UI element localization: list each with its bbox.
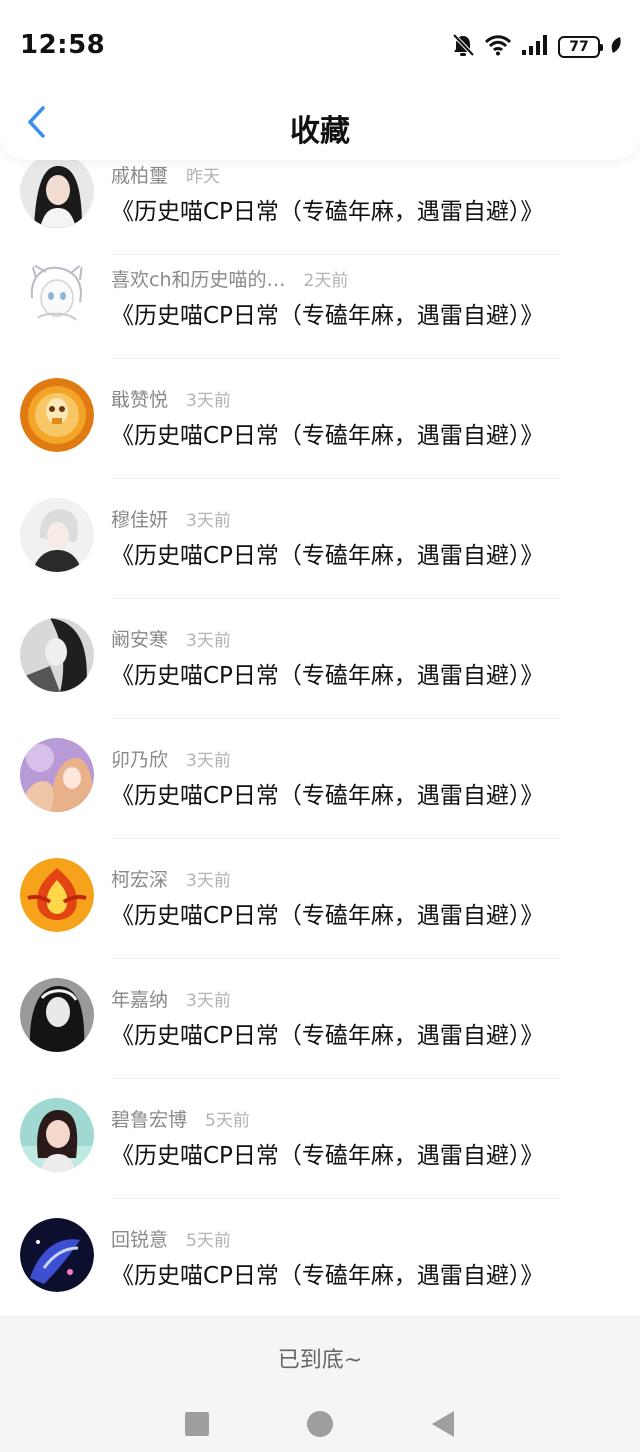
back-triangle-icon [430,1410,456,1442]
list-item[interactable]: 喜欢ch和历史喵的… 2天前 《历史喵CP日常（专磕年麻，遇雷自避）》 [0,239,640,359]
battery-icon: 77 [558,36,603,58]
post-time: 3天前 [186,631,231,651]
post-time: 3天前 [186,991,231,1011]
post-time: 3天前 [186,751,231,771]
end-of-list-text: 已到底~ [277,1348,363,1373]
back-nav-button[interactable] [428,1411,458,1441]
list-end-footer: 已到底~ [0,1315,640,1401]
bell-muted-icon [452,33,475,61]
status-time: 12:58 [20,30,106,60]
author-name[interactable]: 碧鲁宏博 [111,1105,187,1132]
favorites-screen: 戚柏璽 昨天 《历史喵CP日常（专磕年麻，遇雷自避）》 喜欢ch和历史喵的… 2… [0,0,640,1452]
author-name[interactable]: 戚柏璽 [111,161,168,188]
home-button[interactable] [305,1411,335,1441]
post-title[interactable]: 《历史喵CP日常（专磕年麻，遇雷自避）》 [111,192,543,226]
post-title[interactable]: 《历史喵CP日常（专磕年麻，遇雷自避）》 [111,656,543,690]
avatar[interactable] [20,498,94,572]
post-time: 5天前 [186,1231,231,1251]
item-meta: 年嘉纳 3天前 [111,985,231,1012]
item-meta: 喜欢ch和历史喵的… 2天前 [111,265,348,292]
avatar[interactable] [20,378,94,452]
author-name[interactable]: 戢赞悦 [111,385,168,412]
post-time: 5天前 [205,1111,250,1131]
author-name[interactable]: 年嘉纳 [111,985,168,1012]
avatar[interactable] [20,978,94,1052]
status-bar: 12:58 77 [0,0,640,90]
list-item[interactable]: 年嘉纳 3天前 《历史喵CP日常（专磕年麻，遇雷自避）》 [0,959,640,1079]
wifi-icon [484,34,512,60]
signal-icon [522,35,548,59]
post-title[interactable]: 《历史喵CP日常（专磕年麻，遇雷自避）》 [111,1016,543,1050]
status-icons: 77 [452,32,622,62]
post-time: 2天前 [303,271,349,291]
post-title[interactable]: 《历史喵CP日常（专磕年麻，遇雷自避）》 [111,776,543,810]
list-item[interactable]: 回锐意 5天前 《历史喵CP日常（专磕年麻，遇雷自避）》 [0,1199,640,1319]
item-meta: 穆佳妍 3天前 [111,505,231,532]
list-item[interactable]: 卯乃欣 3天前 《历史喵CP日常（专磕年麻，遇雷自避）》 [0,719,640,839]
avatar[interactable] [20,1218,94,1292]
list-item[interactable]: 阚安寒 3天前 《历史喵CP日常（专磕年麻，遇雷自避）》 [0,599,640,719]
item-meta: 回锐意 5天前 [111,1225,231,1252]
list-item[interactable]: 碧鲁宏博 5天前 《历史喵CP日常（专磕年麻，遇雷自避）》 [0,1079,640,1199]
list-item[interactable]: 穆佳妍 3天前 《历史喵CP日常（专磕年麻，遇雷自避）》 [0,479,640,599]
top-header-card: 12:58 77 收藏 [0,0,640,160]
item-meta: 戚柏璽 昨天 [111,161,220,188]
post-title[interactable]: 《历史喵CP日常（专磕年麻，遇雷自避）》 [111,296,543,330]
recents-square-icon [184,1411,210,1441]
author-name[interactable]: 回锐意 [111,1225,168,1252]
page-title: 收藏 [290,114,350,149]
item-meta: 卯乃欣 3天前 [111,745,231,772]
post-title[interactable]: 《历史喵CP日常（专磕年麻，遇雷自避）》 [111,1136,543,1170]
post-title[interactable]: 《历史喵CP日常（专磕年麻，遇雷自避）》 [111,896,543,930]
item-meta: 柯宏深 3天前 [111,865,231,892]
item-meta: 阚安寒 3天前 [111,625,231,652]
item-meta: 碧鲁宏博 5天前 [111,1105,250,1132]
leaf-icon [610,36,622,58]
post-time: 3天前 [186,391,231,411]
post-time: 昨天 [186,167,221,187]
author-name[interactable]: 喜欢ch和历史喵的… [111,265,286,292]
post-title[interactable]: 《历史喵CP日常（专磕年麻，遇雷自避）》 [111,536,543,570]
recents-button[interactable] [182,1411,212,1441]
post-time: 3天前 [186,871,231,891]
author-name[interactable]: 穆佳妍 [111,505,168,532]
post-title[interactable]: 《历史喵CP日常（专磕年麻，遇雷自避）》 [111,1256,543,1290]
avatar[interactable] [20,618,94,692]
post-time: 3天前 [186,511,231,531]
item-meta: 戢赞悦 3天前 [111,385,231,412]
system-nav-bar [0,1401,640,1452]
list-item[interactable]: 柯宏深 3天前 《历史喵CP日常（专磕年麻，遇雷自避）》 [0,839,640,959]
list-item[interactable]: 戢赞悦 3天前 《历史喵CP日常（专磕年麻，遇雷自避）》 [0,359,640,479]
avatar[interactable] [20,258,94,332]
avatar[interactable] [20,738,94,812]
author-name[interactable]: 阚安寒 [111,625,168,652]
author-name[interactable]: 卯乃欣 [111,745,168,772]
avatar[interactable] [20,154,94,228]
avatar[interactable] [20,1098,94,1172]
home-circle-icon [306,1410,334,1442]
avatar[interactable] [20,858,94,932]
nav-header: 收藏 [0,90,640,160]
post-title[interactable]: 《历史喵CP日常（专磕年麻，遇雷自避）》 [111,416,543,450]
author-name[interactable]: 柯宏深 [111,865,168,892]
